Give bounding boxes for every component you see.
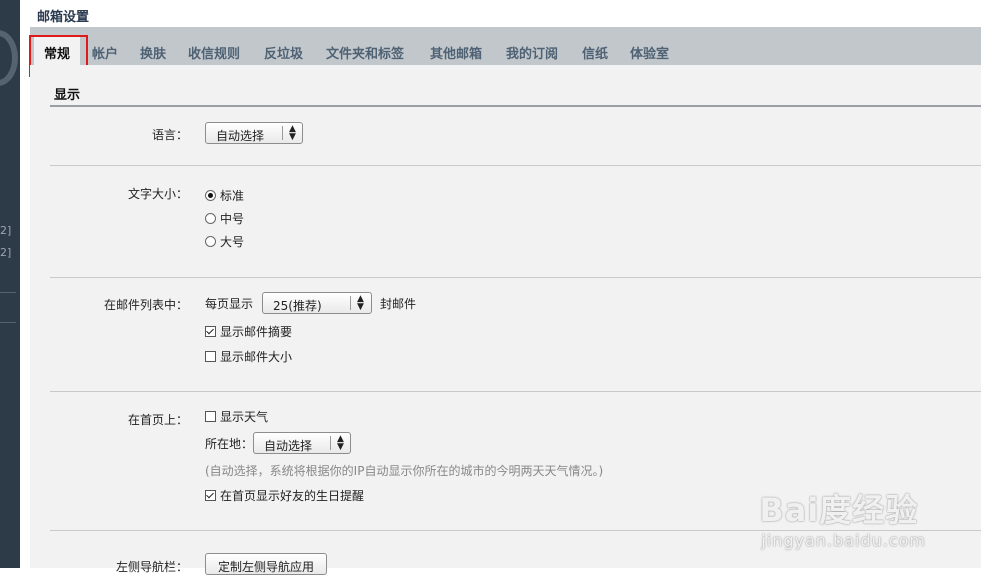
section-divider (50, 105, 981, 107)
sidebar-label[interactable]: 2] (0, 246, 11, 259)
tab-folders-labels[interactable]: 文件夹和标签 (326, 43, 404, 62)
divider (50, 277, 981, 278)
radio-label: 中号 (220, 212, 245, 226)
settings-content: 邮箱设置 常规 帐户 换肤 收信规则 反垃圾 文件夹和标签 其他邮箱 我的订阅 … (20, 0, 981, 575)
birthday-reminder-checkbox[interactable]: 在首页显示好友的生日提醒 (205, 487, 364, 504)
language-select[interactable]: 自动选择 ▲ ▼ (205, 122, 303, 144)
radio-label: 标准 (220, 189, 245, 203)
show-size-checkbox[interactable]: 显示邮件大小 (205, 348, 292, 365)
divider (50, 391, 981, 392)
sidebar-divider (0, 292, 16, 293)
radio-label: 大号 (220, 235, 245, 249)
per-page-select[interactable]: 25(推荐) ▲ ▼ (262, 292, 372, 314)
per-page-value: 25(推荐) (273, 299, 322, 313)
left-sidebar: 2] 2] (0, 0, 20, 568)
font-size-large-radio[interactable]: 大号 (205, 233, 244, 250)
checkbox-unchecked-icon (205, 411, 216, 422)
font-size-standard-radio[interactable]: 标准 (205, 187, 244, 204)
checkbox-checked-icon (205, 326, 216, 337)
show-weather-checkbox[interactable]: 显示天气 (205, 408, 268, 425)
location-select[interactable]: 自动选择 ▲ ▼ (253, 432, 351, 454)
weather-hint: (自动选择，系统将根据你的IP自动显示你所在的城市的今明两天天气情况。) (205, 464, 604, 478)
radio-checked-icon (205, 190, 216, 201)
checkbox-label: 显示邮件摘要 (220, 325, 293, 339)
homepage-label: 在首页上： (127, 413, 188, 427)
tab-subscriptions[interactable]: 我的订阅 (506, 43, 558, 62)
watermark-main: Bai度经验 (759, 491, 919, 529)
location-value: 自动选择 (264, 439, 313, 453)
select-arrow-icon: ▲ ▼ (337, 434, 344, 452)
sidebar-label[interactable]: 2] (0, 224, 11, 237)
radio-unchecked-icon (205, 213, 216, 224)
tab-anti-spam[interactable]: 反垃圾 (264, 43, 303, 62)
per-page-prefix: 每页显示 (205, 297, 254, 311)
font-size-medium-radio[interactable]: 中号 (205, 210, 244, 227)
tab-account[interactable]: 帐户 (92, 43, 118, 62)
select-arrow-icon: ▲ ▼ (289, 124, 296, 142)
per-page-suffix: 封邮件 (380, 297, 417, 311)
watermark: Bai度经验 jingyan.baidu.com (759, 485, 926, 550)
tab-skin[interactable]: 换肤 (140, 43, 166, 62)
tab-other-mailboxes[interactable]: 其他邮箱 (430, 43, 482, 62)
select-arrow-icon: ▲ ▼ (357, 294, 364, 312)
checkbox-label: 显示邮件大小 (220, 350, 293, 364)
show-summary-checkbox[interactable]: 显示邮件摘要 (205, 323, 292, 340)
language-value: 自动选择 (216, 129, 265, 143)
checkbox-checked-icon (205, 490, 216, 501)
customize-left-nav-button[interactable]: 定制左侧导航应用 (205, 553, 328, 575)
checkbox-label: 在首页显示好友的生日提醒 (220, 489, 365, 503)
sidebar-divider (0, 322, 16, 323)
checkbox-unchecked-icon (205, 351, 216, 362)
page-title: 邮箱设置 (37, 10, 90, 25)
watermark-sub: jingyan.baidu.com (761, 531, 926, 550)
location-label: 所在地： (205, 437, 254, 451)
tab-bar: 常规 帐户 换肤 收信规则 反垃圾 文件夹和标签 其他邮箱 我的订阅 信纸 体验… (30, 27, 981, 66)
tab-mail-rules[interactable]: 收信规则 (188, 43, 240, 62)
left-nav-label: 左侧导航栏： (115, 560, 188, 574)
tab-stationery[interactable]: 信纸 (582, 43, 608, 62)
section-title: 显示 (54, 88, 81, 103)
logo-icon (0, 30, 18, 86)
radio-unchecked-icon (205, 236, 216, 247)
divider (50, 165, 981, 166)
mail-list-label: 在邮件列表中： (103, 298, 188, 312)
checkbox-label: 显示天气 (220, 410, 269, 424)
font-size-label: 文字大小： (127, 187, 188, 201)
language-label: 语言： (151, 128, 188, 142)
tab-lab[interactable]: 体验室 (630, 43, 669, 62)
